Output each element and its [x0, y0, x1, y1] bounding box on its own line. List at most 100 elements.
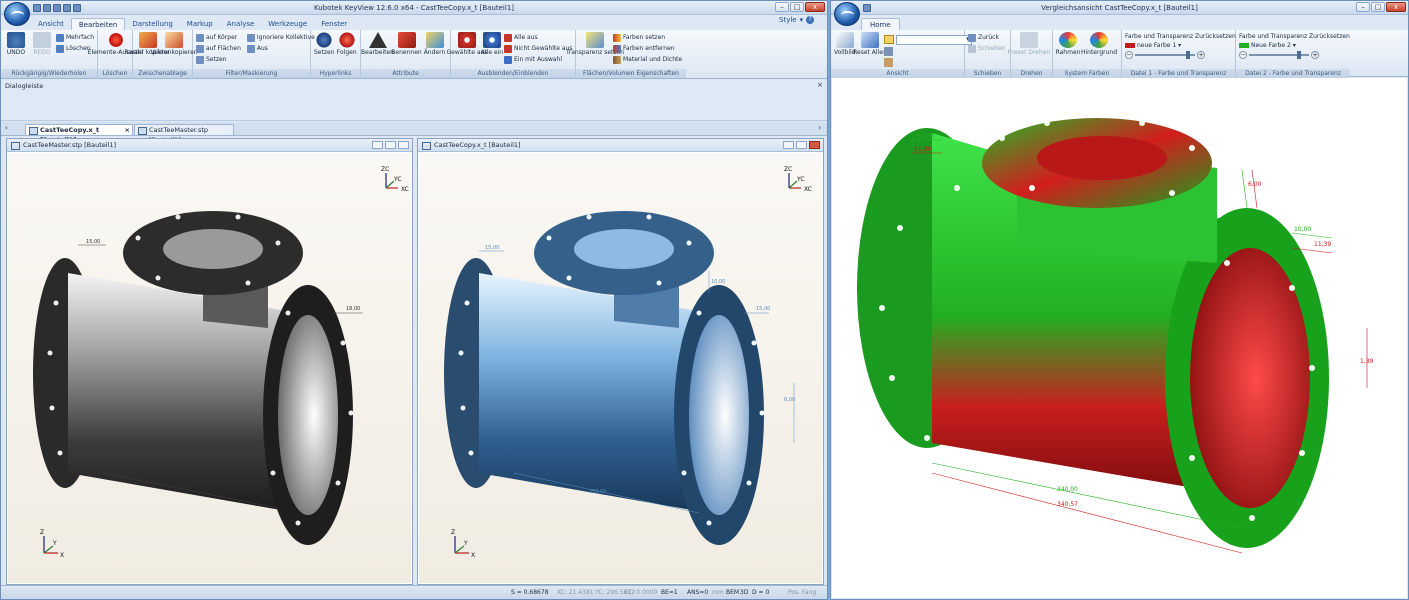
- print-icon[interactable]: [63, 4, 71, 12]
- minimize-button[interactable]: –: [1356, 2, 1370, 12]
- auf-koerper-button[interactable]: auf Körper: [196, 33, 241, 42]
- minus-icon[interactable]: −: [1125, 50, 1133, 59]
- status-ans[interactable]: ANS=0: [687, 589, 708, 596]
- hyperlink-folgen-button[interactable]: Folgen: [337, 32, 358, 56]
- model-view-copy[interactable]: 15,00 10,00 350,00 6,00 15,00 ZC YC XC Z YX: [419, 153, 824, 585]
- maximize-button[interactable]: □: [790, 2, 804, 12]
- status-3d[interactable]: 3D: [740, 589, 748, 596]
- undo-small-icon[interactable]: [73, 4, 81, 12]
- tab-ansicht[interactable]: Ansicht: [31, 18, 71, 30]
- hintergrund-button[interactable]: Hintergrund: [1081, 32, 1117, 56]
- plus-icon[interactable]: +: [1311, 50, 1319, 59]
- help-icon[interactable]: ?: [806, 16, 815, 24]
- canvas-master[interactable]: 15,00 18,00 340,00 ZC YC XC Z YX: [8, 153, 411, 583]
- minus-icon[interactable]: −: [1239, 50, 1247, 59]
- schieben-button[interactable]: Schieben: [968, 44, 1007, 53]
- status-pos-fang[interactable]: Pos. Fang: [788, 589, 816, 596]
- hide-all-icon: [504, 33, 512, 42]
- open-icon[interactable]: [43, 4, 51, 12]
- zurueck-button[interactable]: Zurück: [968, 33, 1007, 42]
- vp-close-button[interactable]: [398, 141, 409, 149]
- tab-scroll-right-icon[interactable]: ›: [818, 124, 821, 132]
- alle-ein-button[interactable]: Alle ein: [481, 32, 503, 64]
- transparency-slider-2[interactable]: − +: [1239, 50, 1319, 59]
- plus-icon[interactable]: +: [1197, 50, 1205, 59]
- doc-tab-casttee-copy[interactable]: CastTeeCopy.x_t [Bauteil1]×: [25, 124, 133, 144]
- datei1-reset-button[interactable]: Farbe und Transparenz Zurücksetzen: [1125, 32, 1236, 41]
- reset-alles-button[interactable]: Reset Alles: [853, 32, 886, 67]
- datei2-reset-button[interactable]: Farbe und Transparenz Zurücksetzen: [1239, 32, 1350, 41]
- ein-mit-auswahl-button[interactable]: Ein mit Auswahl: [504, 55, 572, 64]
- svg-text:ZC: ZC: [784, 166, 792, 173]
- vp-min-button[interactable]: [372, 141, 383, 149]
- new-icon[interactable]: [33, 4, 41, 12]
- dialog-close-icon[interactable]: ×: [817, 81, 823, 89]
- group-label-attribute: Attribute: [361, 69, 450, 78]
- auf-flaechen-button[interactable]: auf Flächen: [196, 44, 241, 53]
- tab-darstellung[interactable]: Darstellung: [125, 18, 179, 30]
- redo-button[interactable]: REDO: [30, 32, 54, 56]
- vektor-kopieren-button[interactable]: Vektor kopieren: [150, 32, 198, 56]
- view-option-icon[interactable]: [883, 58, 893, 67]
- transparenz-setzen-button[interactable]: Transparenz setzen: [566, 32, 624, 64]
- transparency-slider-1[interactable]: − +: [1125, 50, 1205, 59]
- tab-markup[interactable]: Markup: [180, 18, 220, 30]
- tab-scroll-left-icon[interactable]: ‹: [5, 124, 8, 132]
- canvas-copy[interactable]: 15,00 10,00 350,00 6,00 15,00 ZC YC XC Z YX: [419, 153, 822, 583]
- ignoriere-kollektive-button[interactable]: Ignoriere Kollektive: [246, 33, 315, 42]
- tab-bearbeiten[interactable]: Bearbeiten: [70, 18, 126, 30]
- minimize-button[interactable]: –: [775, 2, 789, 12]
- status-unit[interactable]: mm: [712, 589, 724, 596]
- comparison-canvas[interactable]: 10,00 11,39 10,00 11,39 6,00 1,39 340,00…: [832, 78, 1407, 598]
- view-mode-icon[interactable]: [883, 34, 894, 44]
- vp-min-button[interactable]: [783, 141, 794, 149]
- app-menu-orb-icon[interactable]: [4, 2, 30, 26]
- nicht-gewaehlte-aus-button[interactable]: Nicht Gewählte aus: [504, 44, 572, 53]
- alle-aus-button[interactable]: Alle aus: [504, 33, 572, 42]
- hyperlink-setzen-button[interactable]: Setzen: [314, 32, 335, 56]
- save-icon[interactable]: [53, 4, 61, 12]
- model-view-master[interactable]: 15,00 18,00 340,00 ZC YC XC Z YX: [8, 153, 413, 585]
- maximize-button[interactable]: □: [1371, 2, 1385, 12]
- tab-fenster[interactable]: Fenster: [314, 18, 354, 30]
- farben-entfernen-button[interactable]: Farben entfernen: [613, 44, 682, 53]
- attribut-benennen-button[interactable]: Benennen: [391, 32, 422, 56]
- view-option-icon[interactable]: [883, 47, 893, 56]
- viewport-copy[interactable]: CastTeeCopy.x_t [Bauteil1] 15,00 10,00 3…: [417, 138, 824, 585]
- status-depth[interactable]: D = 0: [752, 589, 769, 596]
- status-bem[interactable]: BEM: [726, 589, 739, 596]
- rahmen-button[interactable]: Rahmen: [1056, 32, 1080, 56]
- preset-drehen-button[interactable]: Preset Drehen: [1008, 32, 1050, 56]
- comparison-orb-icon[interactable]: [834, 2, 860, 26]
- view-combo[interactable]: [895, 35, 972, 45]
- vp-close-button[interactable]: [809, 141, 820, 149]
- filter-set-icon: [196, 55, 204, 64]
- farben-setzen-button[interactable]: Farben setzen: [613, 33, 682, 42]
- attribut-aendern-button[interactable]: Ändern: [422, 32, 447, 56]
- undo-button[interactable]: UNDO: [4, 32, 28, 56]
- filter-aus-button[interactable]: Aus: [246, 44, 315, 53]
- doc-tab-close-icon[interactable]: ×: [125, 125, 130, 135]
- style-menu[interactable]: Style ▾ ?: [779, 16, 815, 24]
- close-button[interactable]: x: [1386, 2, 1406, 12]
- gewaehlte-aus-button[interactable]: Gewählte aus: [447, 32, 487, 64]
- close-button[interactable]: x: [805, 2, 825, 12]
- ribbon: UNDO REDO Mehrfach Löschen Rückgängig/Wi…: [1, 30, 827, 79]
- comparison-model-view[interactable]: 10,00 11,39 10,00 11,39 6,00 1,39 340,00…: [832, 78, 1409, 599]
- neue-farbe-2-dropdown[interactable]: Neue Farbe 2 ▾: [1239, 41, 1347, 50]
- qat-icon[interactable]: [863, 4, 871, 12]
- material-dichte-button[interactable]: Material und Dichte: [613, 55, 682, 64]
- viewport-master[interactable]: CastTeeMaster.stp [Bauteil1] 15,00 18,00…: [6, 138, 413, 585]
- status-be[interactable]: BE=1: [661, 589, 678, 596]
- doc-tab-casttee-master[interactable]: CastTeeMaster.stp [Bauteil1]: [134, 124, 234, 144]
- vp-max-button[interactable]: [385, 141, 396, 149]
- vp-max-button[interactable]: [796, 141, 807, 149]
- attribut-bearbeiten-button[interactable]: Bearbeiten: [361, 32, 394, 56]
- filter-setzen-button[interactable]: Setzen: [196, 55, 241, 64]
- group-zwischenablage: Raster kopieren Vektor kopieren Zwischen…: [124, 30, 198, 79]
- tab-analyse[interactable]: Analyse: [220, 18, 262, 30]
- tab-werkzeuge[interactable]: Werkzeuge: [261, 18, 314, 30]
- tab-home[interactable]: Home: [861, 18, 900, 30]
- mehrfach-button[interactable]: Mehrfach: [55, 33, 94, 42]
- neue-farbe-1-dropdown[interactable]: neue Farbe 1 ▾: [1125, 41, 1232, 50]
